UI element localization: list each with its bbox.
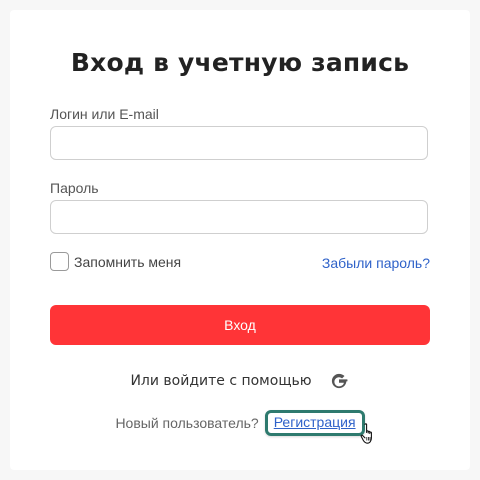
social-login-row: Или войдите с помощью — [10, 370, 470, 392]
login-button[interactable]: Вход — [50, 305, 430, 345]
google-icon[interactable] — [328, 370, 350, 392]
forgot-password-link[interactable]: Забыли пароль? — [322, 255, 430, 271]
hand-cursor-icon — [360, 423, 372, 444]
signup-row: Новый пользователь? Регистрация — [10, 410, 470, 436]
signup-prompt: Новый пользователь? — [115, 415, 259, 431]
register-link[interactable]: Регистрация — [274, 414, 356, 430]
remember-me-checkbox[interactable] — [50, 252, 69, 271]
password-label: Пароль — [50, 180, 99, 196]
login-card: Вход в учетную запись Логин или E-mail П… — [10, 10, 470, 470]
remember-me-label: Запомнить меня — [74, 253, 182, 270]
password-input[interactable] — [50, 200, 428, 234]
login-label: Логин или E-mail — [50, 106, 159, 122]
remember-me-toggle[interactable]: Запомнить меня — [50, 252, 181, 271]
page-title: Вход в учетную запись — [70, 48, 410, 77]
signup-link-highlight: Регистрация — [264, 410, 365, 436]
social-login-text: Или войдите с помощью — [130, 373, 312, 389]
login-input[interactable] — [50, 126, 428, 160]
